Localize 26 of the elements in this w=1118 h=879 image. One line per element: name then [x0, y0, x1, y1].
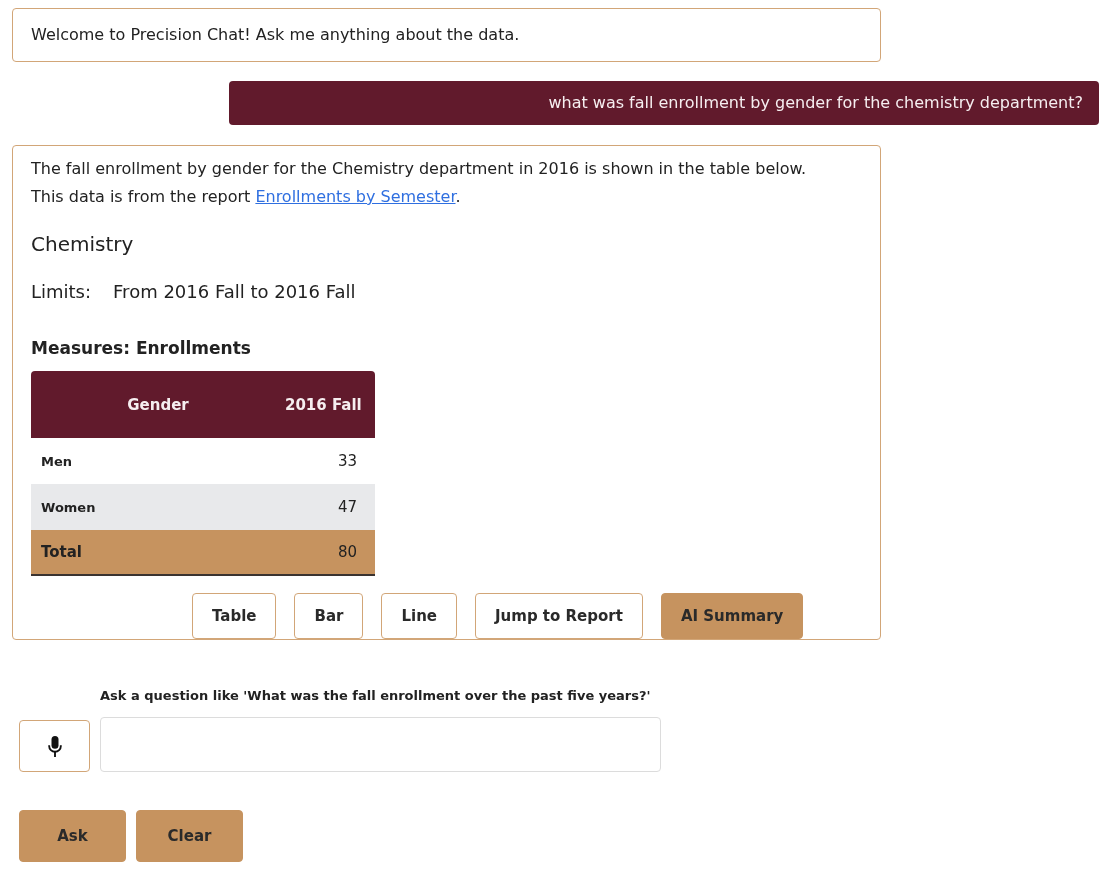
measures-heading: Measures: Enrollments — [31, 337, 252, 360]
action-button[interactable]: Bar — [294, 593, 364, 639]
table-cell: Women — [31, 484, 285, 530]
column-header: Gender — [31, 371, 285, 438]
action-button[interactable]: Clear — [136, 810, 243, 862]
report-title: Chemistry — [31, 231, 135, 258]
question-input[interactable] — [100, 717, 661, 772]
source-note: This data is from the report Enrollments by Semester. — [31, 186, 462, 208]
action-button[interactable]: Jump to Report — [475, 593, 643, 639]
question-hint: Ask a question like 'What was the fall enrollment over the past five years?' — [100, 687, 651, 705]
action-button[interactable]: Ask — [19, 810, 126, 862]
column-header: 2016 Fall — [285, 371, 375, 438]
user-message: what was fall enrollment by gender for the chemistry department? — [229, 81, 1099, 125]
total-cell: Total — [31, 530, 285, 576]
microphone-button[interactable] — [19, 720, 90, 772]
report-link[interactable]: Enrollments by Semester — [255, 187, 456, 206]
limits-value: From 2016 Fall to 2016 Fall — [113, 280, 356, 304]
action-button[interactable]: Line — [381, 593, 457, 639]
bot-message: Welcome to Precision Chat! Ask me anything about the data. — [12, 8, 881, 62]
microphone-icon — [47, 735, 62, 757]
action-button[interactable]: Table — [192, 593, 277, 639]
answer-text: The fall enrollment by gender for the Chemistry department in 2016 is shown in the table below. — [31, 158, 808, 180]
table-cell: 47 — [285, 484, 375, 530]
action-button[interactable]: AI Summary — [660, 593, 804, 639]
limits-label: Limits: — [31, 280, 92, 304]
total-cell: 80 — [285, 530, 375, 576]
